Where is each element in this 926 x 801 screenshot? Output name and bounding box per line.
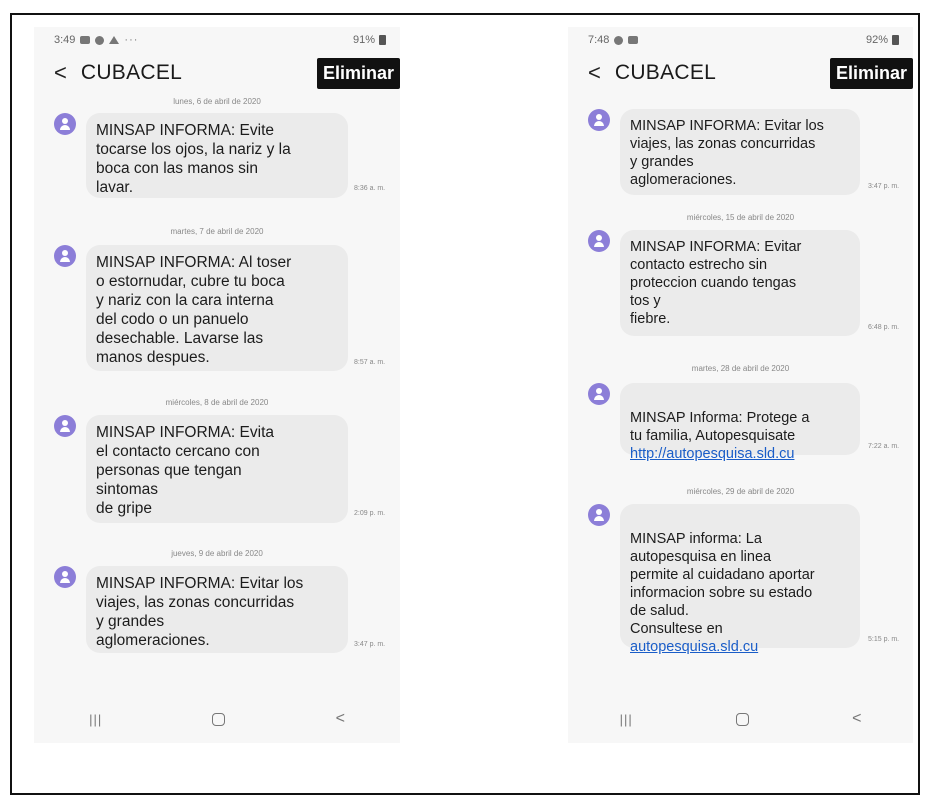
contact-avatar-icon (588, 383, 610, 405)
message-time: 6:48 p. m. (868, 324, 900, 331)
signal-percentage: 91% (352, 34, 375, 46)
message-time: 7:22 a. m. (868, 443, 900, 450)
message-bubble[interactable]: MINSAP INFORMA: Evitar los viajes, las z… (86, 566, 348, 653)
date-separator: martes, 28 de abril de 2020 (691, 364, 790, 373)
message-list: MINSAP INFORMA: Evitar los viajes, las z… (568, 93, 913, 683)
message-bubble[interactable]: MINSAP INFORMA: Al toser o estornudar, c… (86, 245, 348, 371)
gallery-notification-icon (80, 36, 91, 44)
messenger-notification-icon (95, 35, 105, 45)
phone-screen-right: 7:48 92% < CUBACEL Eliminar MINSAP INFOR… (568, 27, 913, 743)
more-notifications-icon: ··· (124, 34, 139, 46)
message-time: 3:47 p. m. (354, 641, 386, 648)
message-time: 3:47 p. m. (868, 183, 900, 190)
contact-avatar-icon (54, 113, 76, 135)
battery-icon (379, 35, 386, 45)
message-text: MINSAP informa: La autopesquisa en linea… (630, 531, 815, 637)
alert-notification-icon (109, 36, 120, 44)
date-separator: lunes, 6 de abril de 2020 (173, 97, 261, 106)
message-bubble[interactable]: MINSAP Informa: Protege a tu familia, Au… (620, 383, 860, 462)
date-separator: miércoles, 8 de abril de 2020 (165, 398, 269, 407)
gallery-notification-icon (628, 36, 639, 44)
messenger-notification-icon (614, 35, 624, 45)
message-bubble[interactable]: MINSAP informa: La autopesquisa en linea… (620, 504, 860, 655)
image-frame: 3:49 ··· 91% < CUBACEL Eliminar lunes, 6… (10, 13, 920, 795)
conversation-title: CUBACEL (80, 61, 183, 84)
message-text: MINSAP Informa: Protege a tu familia, Au… (630, 410, 810, 444)
status-time: 7:48 (588, 34, 610, 46)
message-bubble[interactable]: MINSAP INFORMA: Evitar contacto estrecho… (620, 230, 860, 336)
date-separator: martes, 7 de abril de 2020 (170, 227, 264, 236)
signal-percentage: 92% (865, 34, 888, 46)
phone-screen-left: 3:49 ··· 91% < CUBACEL Eliminar lunes, 6… (34, 27, 400, 743)
message-time: 8:57 a. m. (354, 359, 386, 366)
delete-button[interactable]: Eliminar (316, 57, 400, 89)
system-navigation-bar: ||| < (34, 695, 400, 743)
back-button[interactable]: < CUBACEL (588, 61, 716, 85)
nav-back-icon[interactable]: < (852, 710, 861, 728)
contact-avatar-icon (54, 566, 76, 588)
conversation-header: < CUBACEL Eliminar (34, 55, 400, 91)
contact-avatar-icon (588, 504, 610, 526)
system-navigation-bar: ||| < (568, 695, 913, 743)
message-time: 5:15 p. m. (868, 636, 900, 643)
message-time: 2:09 p. m. (354, 510, 386, 517)
conversation-title: CUBACEL (614, 61, 717, 84)
message-bubble[interactable]: MINSAP INFORMA: Evita el contacto cercan… (86, 415, 348, 523)
back-button[interactable]: < CUBACEL (54, 61, 182, 85)
delete-button[interactable]: Eliminar (829, 57, 913, 89)
conversation-header: < CUBACEL Eliminar (568, 55, 913, 91)
contact-avatar-icon (588, 230, 610, 252)
status-time: 3:49 (54, 34, 76, 46)
recent-apps-icon[interactable]: ||| (620, 712, 633, 727)
status-bar: 7:48 92% (568, 27, 913, 53)
nav-back-icon[interactable]: < (336, 710, 345, 728)
battery-icon (892, 35, 899, 45)
back-chevron-icon[interactable]: < (54, 62, 67, 84)
status-bar: 3:49 ··· 91% (34, 27, 400, 53)
message-bubble[interactable]: MINSAP INFORMA: Evitar los viajes, las z… (620, 109, 860, 195)
date-separator: miércoles, 29 de abril de 2020 (686, 487, 795, 496)
message-link[interactable]: http://autopesquisa.sld.cu (630, 445, 850, 463)
contact-avatar-icon (588, 109, 610, 131)
back-chevron-icon[interactable]: < (588, 62, 601, 84)
message-bubble[interactable]: MINSAP INFORMA: Evite tocarse los ojos, … (86, 113, 348, 198)
message-time: 8:36 a. m. (354, 185, 386, 192)
date-separator: miércoles, 15 de abril de 2020 (686, 213, 795, 222)
home-icon[interactable] (735, 712, 749, 726)
message-list: lunes, 6 de abril de 2020 MINSAP INFORMA… (34, 93, 400, 683)
contact-avatar-icon (54, 245, 76, 267)
contact-avatar-icon (54, 415, 76, 437)
message-link[interactable]: autopesquisa.sld.cu (630, 638, 850, 656)
date-separator: jueves, 9 de abril de 2020 (171, 549, 263, 558)
home-icon[interactable] (212, 712, 226, 726)
recent-apps-icon[interactable]: ||| (89, 712, 102, 727)
